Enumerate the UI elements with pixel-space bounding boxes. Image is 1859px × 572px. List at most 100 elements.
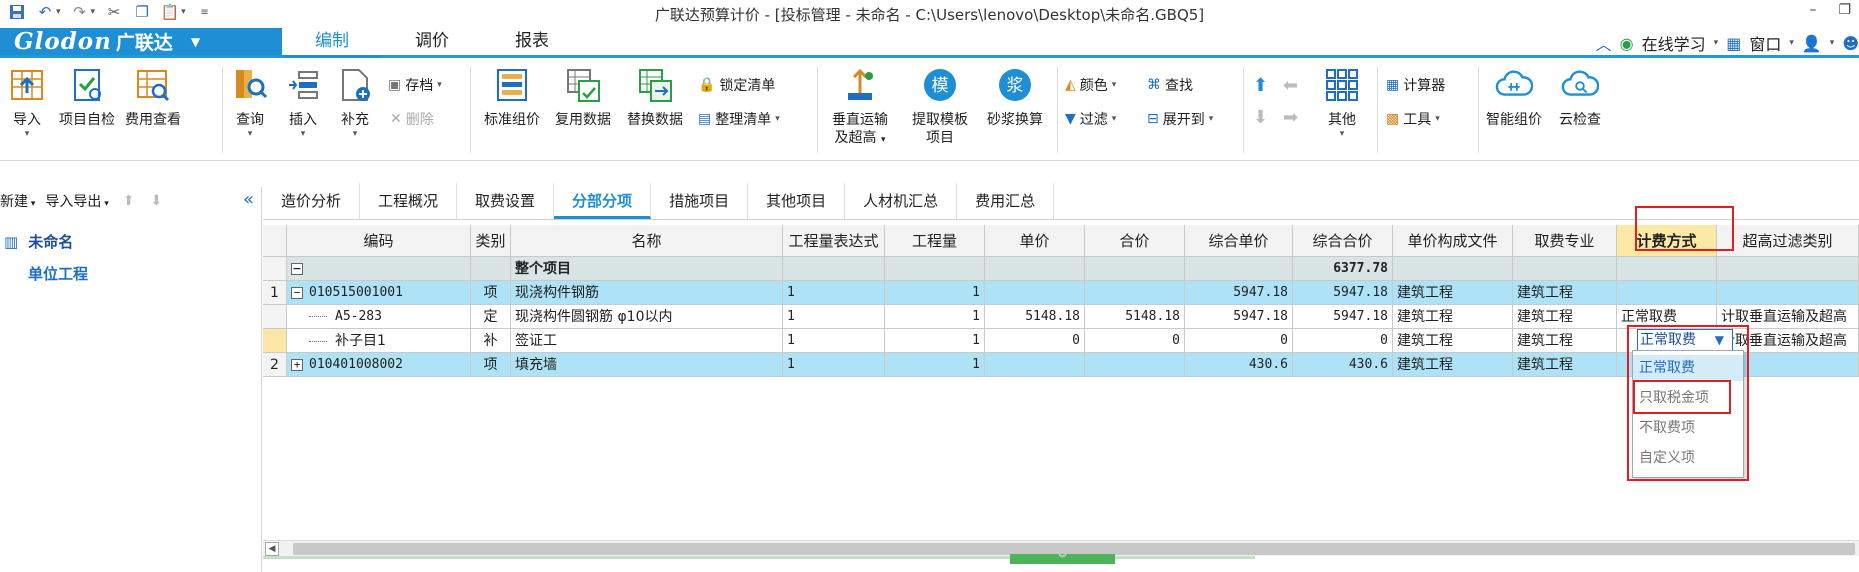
move-down-arrow-icon[interactable]: ⬇ (151, 193, 163, 209)
tools-dropdown-icon: ▾ (1435, 114, 1440, 124)
tab-project-overview[interactable]: 工程概况 (360, 183, 458, 219)
fee-view-button[interactable]: 费用查看 (118, 65, 188, 129)
collapse-icon[interactable]: − (291, 286, 303, 299)
minimize-icon[interactable]: – (1809, 2, 1816, 18)
cloud-check-button[interactable]: 云检查 (1544, 65, 1616, 129)
ribbon-separator (1243, 67, 1244, 153)
query-icon (231, 65, 269, 105)
tab-other-items[interactable]: 其他项目 (748, 183, 846, 219)
supplement-icon (336, 65, 374, 105)
move-up-arrow-icon[interactable]: ⬆ (123, 193, 135, 209)
insert-icon (284, 65, 322, 105)
app-logo-menu[interactable]: Glodon 广联达 ▼ (0, 28, 282, 55)
find-button[interactable]: ⌘ 查找 (1147, 75, 1193, 95)
self-check-button[interactable]: 项目自检 (52, 65, 122, 129)
import-export-button[interactable]: 导入导出 ▾ (45, 191, 108, 211)
calculator-button[interactable]: ▦ 计算器 (1386, 75, 1445, 95)
tree-root-item[interactable]: ▥ 未命名 (4, 231, 73, 252)
mortar-convert-button[interactable]: 浆 砂浆换算 (978, 65, 1052, 129)
replace-data-button[interactable]: 替换数据 (620, 65, 690, 129)
header-qty[interactable]: 工程量 (885, 225, 985, 257)
reuse-data-button[interactable]: 复用数据 (548, 65, 618, 129)
collapse-icon[interactable]: − (291, 263, 303, 275)
tab-fee-settings[interactable]: 取费设置 (457, 183, 555, 219)
tab-measure-items[interactable]: 措施项目 (651, 183, 749, 219)
tab-fee-summary[interactable]: 费用汇总 (957, 183, 1055, 219)
tab-labor-material-summary[interactable]: 人材机汇总 (845, 183, 958, 219)
tree-item-unit-project[interactable]: 单位工程 (28, 263, 88, 284)
ribbon-separator (1377, 67, 1378, 153)
online-learning-button[interactable]: 在线学习 (1642, 31, 1706, 55)
table-row-selected[interactable]: 补子目1 补 签证工 1 1 0 0 0 0 建筑工程 建筑工程 计取垂直运输及… (263, 329, 1859, 353)
move-down-button[interactable]: ⬇ (1253, 107, 1268, 128)
delete-button[interactable]: ✕ 删除 (390, 109, 434, 129)
import-icon (8, 65, 46, 105)
header-unit-price[interactable]: 单价 (985, 225, 1085, 257)
window-dropdown-icon[interactable]: ▾ (1789, 38, 1794, 48)
standard-pricing-button[interactable]: 标准组价 (477, 65, 547, 129)
header-fee-major[interactable]: 取费专业 (1513, 225, 1617, 257)
table-row[interactable]: A5-283 定 现浇构件圆钢筋 φ10以内 1 1 5148.18 5148.… (263, 305, 1859, 329)
header-code[interactable]: 编码 (287, 225, 471, 257)
ribbon-toolbar: 导入 ▾ 项目自检 费用查看 查询 ▾ 插入 ▾ 补充 ▾ ▣ 存档 ▾ ✕ 删… (0, 61, 1859, 161)
assistant-icon[interactable]: ☻ (1842, 34, 1859, 53)
project-tree-panel: 新建 ▾ 导入导出 ▾ ⬆ ⬇ « ▥ 未命名 单位工程 (0, 187, 262, 572)
window-title: 广联达预算计价 - [投标管理 - 未命名 - C:\Users\lenovo\… (654, 6, 1205, 24)
organize-list-icon: ▤ (698, 111, 712, 127)
user-icon[interactable]: 👤 (1802, 34, 1822, 53)
tab-adjust-price[interactable]: 调价 (382, 28, 482, 55)
new-button[interactable]: 新建 ▾ (0, 191, 35, 211)
reuse-data-icon (564, 65, 602, 105)
window-menu-button[interactable]: 窗口 (1749, 31, 1781, 55)
user-dropdown-icon[interactable]: ▾ (1830, 38, 1835, 48)
calculator-icon: ▦ (1386, 77, 1400, 93)
cloud-check-icon (1561, 65, 1599, 105)
tab-cost-analysis[interactable]: 造价分析 (263, 183, 361, 219)
expand-to-button[interactable]: ⊟ 展开到 ▾ (1147, 109, 1213, 129)
tab-edit[interactable]: 编制 (282, 28, 382, 58)
header-type[interactable]: 类别 (471, 225, 511, 257)
smart-pricing-button[interactable]: 智能组价 (1478, 65, 1550, 129)
header-price-file[interactable]: 单价构成文件 (1393, 225, 1513, 257)
header-composite-unit-price[interactable]: 综合单价 (1185, 225, 1293, 257)
filter-button[interactable]: ▼ 过滤 ▾ (1065, 109, 1116, 129)
organize-list-button[interactable]: ▤ 整理清单 ▾ (698, 109, 780, 129)
header-total-price[interactable]: 合价 (1085, 225, 1185, 257)
expand-icon[interactable]: + (291, 358, 303, 371)
tab-reports[interactable]: 报表 (482, 28, 582, 55)
collapse-panel-icon[interactable]: « (243, 189, 254, 210)
table-row-total[interactable]: − 整个项目 6377.78 (263, 257, 1859, 281)
extract-template-button[interactable]: 模 提取模板 项目 (903, 65, 977, 147)
supplement-button[interactable]: 补充 ▾ (320, 65, 390, 139)
save-as-button[interactable]: ▣ 存档 ▾ (388, 75, 442, 95)
move-up-button[interactable]: ⬆ (1253, 75, 1268, 96)
move-right-button[interactable]: ➡ (1283, 107, 1298, 128)
scroll-left-icon[interactable]: ◀ (265, 542, 279, 556)
header-name[interactable]: 名称 (511, 225, 783, 257)
replace-data-icon (636, 65, 674, 105)
header-height-filter[interactable]: 超高过滤类别 (1717, 225, 1859, 257)
online-learning-dropdown-icon[interactable]: ▾ (1714, 38, 1719, 48)
header-qty-expression[interactable]: 工程量表达式 (783, 225, 885, 257)
delete-icon: ✕ (390, 111, 402, 127)
vertical-transport-button[interactable]: 垂直运输 及超高 ▾ (823, 65, 897, 149)
collapse-ribbon-icon[interactable]: ︿ (1596, 31, 1612, 55)
tab-sub-items[interactable]: 分部分项 (554, 183, 652, 219)
tools-button[interactable]: ▩ 工具 ▾ (1386, 109, 1440, 129)
other-button[interactable]: 其他 ▾ (1307, 65, 1377, 139)
move-left-button[interactable]: ⬅ (1283, 75, 1298, 96)
filter-icon: ▼ (1065, 111, 1076, 127)
building-icon: ▥ (4, 232, 19, 251)
svg-text:浆: 浆 (1007, 76, 1024, 96)
toolbox-icon: ▩ (1386, 111, 1400, 127)
table-row[interactable]: 1 −010515001001 项 现浇构件钢筋 1 1 5947.18 594… (263, 281, 1859, 305)
insert-dropdown-icon: ▾ (300, 129, 306, 139)
table-row[interactable]: 2 +010401008002 项 填充墙 1 1 430.6 430.6 建筑… (263, 353, 1859, 377)
color-button[interactable]: ◭ 颜色 ▾ (1065, 75, 1116, 95)
template-icon: 模 (921, 65, 959, 105)
lock-list-button[interactable]: 🔒 锁定清单 (698, 75, 775, 95)
ribbon-separator (817, 67, 818, 153)
header-composite-total[interactable]: 综合合价 (1293, 225, 1393, 257)
panel-resize-grip-icon[interactable]: ︾ (1010, 554, 1115, 564)
restore-icon[interactable]: ❐ (1838, 2, 1851, 18)
